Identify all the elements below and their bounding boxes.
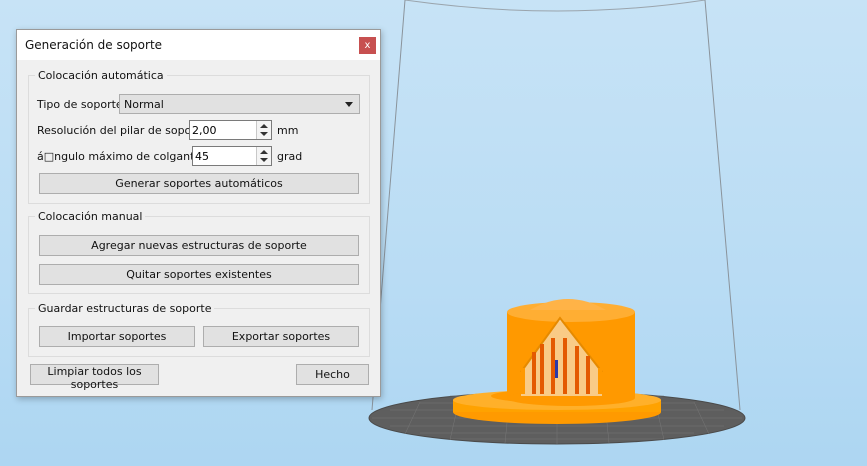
- overhang-angle-input[interactable]: [195, 148, 255, 164]
- overhang-angle-spinbox[interactable]: [192, 146, 272, 166]
- remove-supports-button[interactable]: Quitar soportes existentes: [39, 264, 359, 285]
- auto-placement-legend: Colocación automática: [38, 69, 164, 82]
- spin-up-icon[interactable]: [260, 124, 268, 128]
- done-button[interactable]: Hecho: [296, 364, 369, 385]
- dialog-titlebar[interactable]: Generación de soporte x: [17, 30, 380, 60]
- spin-up-icon[interactable]: [260, 150, 268, 154]
- support-type-label: Tipo de soporte: [37, 98, 123, 111]
- spin-down-icon[interactable]: [260, 158, 268, 162]
- overhang-angle-unit: grad: [277, 150, 303, 163]
- build-volume-right-edge: [704, 0, 741, 411]
- manual-placement-legend: Colocación manual: [38, 210, 143, 223]
- dialog-title: Generación de soporte: [25, 38, 163, 52]
- overhang-angle-label: á□ngulo máximo de colgante: [37, 150, 202, 163]
- add-supports-button[interactable]: Agregar nuevas estructuras de soporte: [39, 235, 359, 256]
- pillar-resolution-input[interactable]: [192, 122, 252, 138]
- import-supports-button[interactable]: Importar soportes: [39, 326, 195, 347]
- export-supports-button[interactable]: Exportar soportes: [203, 326, 359, 347]
- close-button[interactable]: x: [359, 37, 376, 54]
- 3d-model: [453, 299, 661, 424]
- generate-auto-supports-button[interactable]: Generar soportes automáticos: [39, 173, 359, 194]
- pillar-resolution-spinbox[interactable]: [189, 120, 272, 140]
- clear-all-supports-button[interactable]: Limpiar todos los soportes: [30, 364, 159, 391]
- support-generation-dialog: Generación de soporte x Colocación autom…: [16, 29, 381, 397]
- spin-arrows[interactable]: [256, 147, 271, 165]
- build-volume-top-arc: [404, 0, 706, 12]
- support-type-value: Normal: [124, 98, 164, 111]
- support-marker: [555, 360, 558, 378]
- pillar-resolution-label: Resolución del pilar de soporte: [37, 124, 207, 137]
- spin-down-icon[interactable]: [260, 132, 268, 136]
- model-dome: [530, 299, 606, 310]
- support-type-select[interactable]: Normal: [119, 94, 360, 114]
- save-supports-legend: Guardar estructuras de soporte: [38, 302, 212, 315]
- chevron-down-icon: [345, 102, 353, 107]
- spin-arrows[interactable]: [256, 121, 271, 139]
- pillar-resolution-unit: mm: [277, 124, 299, 137]
